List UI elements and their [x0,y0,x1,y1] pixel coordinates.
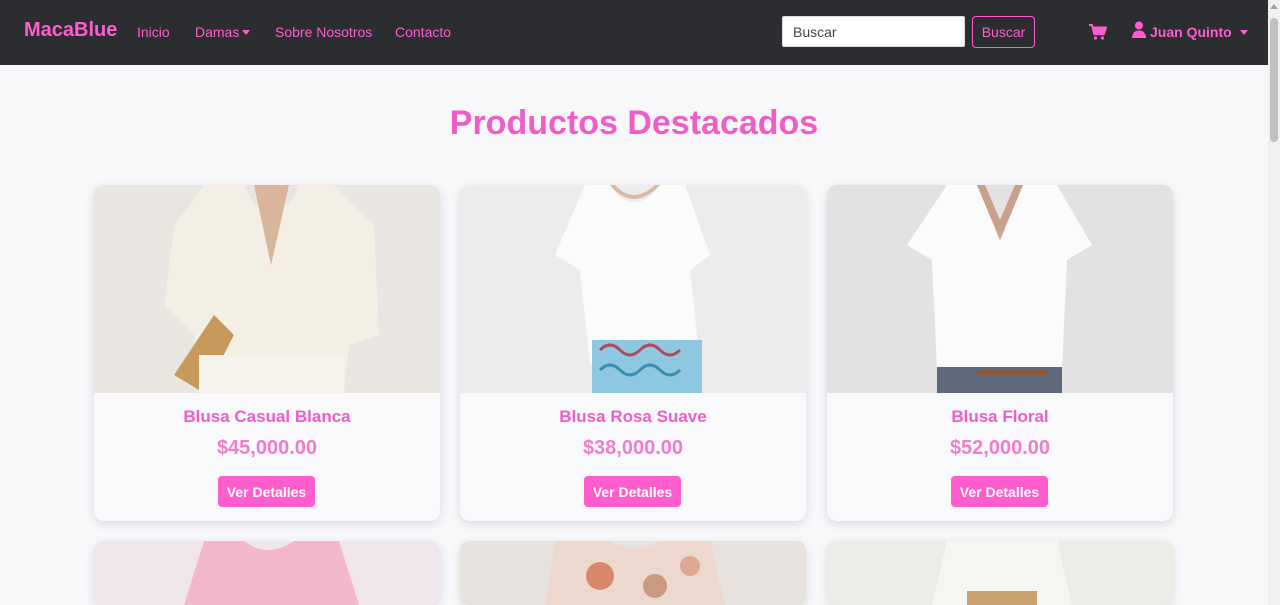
caret-down-icon [242,30,251,35]
product-card: Blusa Rosa Suave $38,000.00 Ver Detalles [460,185,806,521]
nav-link-damas-label: Damas [195,24,240,40]
product-name: Blusa Casual Blanca [183,407,351,426]
product-image[interactable] [460,185,806,393]
brand-logo[interactable]: MacaBlue [24,19,117,42]
user-name: Juan Quinto [1150,24,1232,40]
product-name: Blusa Rosa Suave [559,407,707,426]
user-menu[interactable]: Juan Quinto [1132,21,1248,43]
scrollbar[interactable] [1268,0,1280,605]
nav-link-sobre-nosotros[interactable]: Sobre Nosotros [275,24,372,40]
shopping-cart-icon[interactable] [1088,22,1108,42]
product-image[interactable] [460,541,806,605]
product-price: $52,000.00 [949,437,1051,459]
product-image[interactable] [827,185,1173,393]
scroll-up-arrow-icon[interactable] [1270,4,1278,9]
product-price: $38,000.00 [582,437,684,459]
search-button[interactable]: Buscar [972,16,1035,48]
product-card [460,541,806,605]
product-card [827,541,1173,605]
page-title: Productos Destacados [449,104,819,142]
product-card: Blusa Casual Blanca $45,000.00 Ver Detal… [94,185,440,521]
product-card: Blusa Floral $52,000.00 Ver Detalles [827,185,1173,521]
nav-link-inicio[interactable]: Inicio [137,24,170,40]
product-image[interactable] [827,541,1173,605]
scroll-thumb[interactable] [1270,18,1278,142]
product-image[interactable] [94,541,440,605]
view-details-button[interactable]: Ver Detalles [951,476,1048,507]
caret-down-icon [1239,29,1248,35]
product-price: $45,000.00 [216,437,318,459]
nav-link-contacto[interactable]: Contacto [395,24,451,40]
nav-link-damas[interactable]: Damas [195,24,251,40]
product-name: Blusa Floral [951,407,1049,426]
user-icon [1132,21,1146,43]
view-details-button[interactable]: Ver Detalles [584,476,681,507]
search-input[interactable] [782,16,965,47]
view-details-button[interactable]: Ver Detalles [218,476,315,507]
navbar: MacaBlue Inicio Damas Sobre Nosotros Con… [0,0,1268,65]
product-card [94,541,440,605]
product-image[interactable] [94,185,440,393]
